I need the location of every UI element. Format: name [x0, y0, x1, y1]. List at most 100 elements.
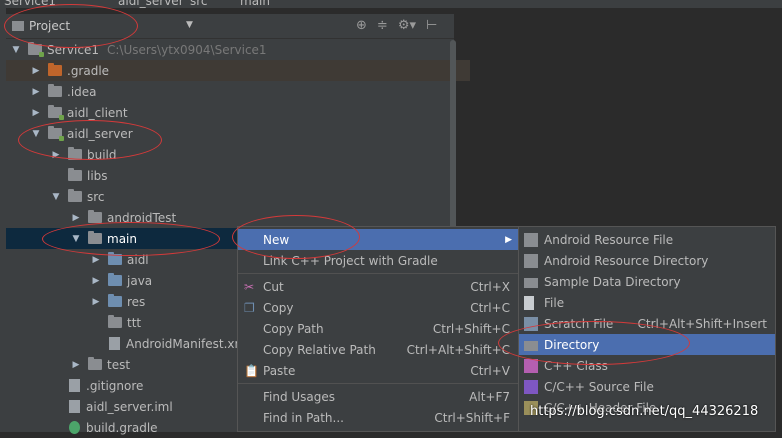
breadcrumb-item[interactable]: Service1 — [4, 0, 56, 8]
cpp-class-icon — [524, 358, 538, 373]
submenu-item-file[interactable]: File — [519, 292, 775, 313]
project-view-selector[interactable]: Project ▼ — [12, 17, 193, 35]
chevron-right-icon[interactable]: ▶ — [70, 213, 82, 223]
tree-item[interactable]: libs — [6, 165, 490, 186]
submenu-item-shortcut: Ctrl+Alt+Shift+Insert — [637, 316, 767, 331]
tree-item-label: aidl_client — [67, 105, 128, 120]
chevron-down-icon[interactable]: ▼ — [10, 45, 22, 55]
submenu-item-label: File — [544, 295, 565, 310]
breadcrumb-item[interactable]: aidl_server — [118, 0, 184, 8]
new-submenu: Android Resource File Android Resource Di… — [518, 226, 776, 432]
folder-icon — [68, 147, 82, 160]
menu-item-copy[interactable]: ❐ Copy Ctrl+C — [238, 297, 518, 318]
submenu-item-directory[interactable]: Directory — [519, 334, 775, 355]
folder-icon — [48, 63, 62, 76]
submenu-item-sample-data-directory[interactable]: Sample Data Directory — [519, 271, 775, 292]
menu-item-cut[interactable]: ✂ Cut Ctrl+X — [238, 276, 518, 297]
chevron-right-icon[interactable]: ▶ — [30, 66, 42, 76]
tree-item[interactable]: ▶ androidTest — [6, 207, 510, 228]
chevron-right-icon[interactable]: ▶ — [90, 297, 102, 307]
chevron-down-icon[interactable]: ▼ — [30, 129, 42, 139]
tree-item[interactable]: ▼ Service1 C:\Users\ytx0904\Service1 — [6, 39, 450, 60]
panel-toolbar: ⊕ ≑ ⚙▾ ⊢ — [356, 18, 437, 33]
chevron-down-icon[interactable]: ▼ — [70, 234, 82, 244]
menu-item-find-in-path[interactable]: Find in Path... Ctrl+Shift+F — [238, 407, 518, 428]
folder-icon — [108, 252, 122, 265]
submenu-item-label: C++ Class — [544, 358, 608, 373]
tree-item[interactable]: ▶ .gradle — [6, 60, 470, 81]
file-icon — [69, 400, 80, 413]
gear-icon[interactable]: ⚙▾ — [398, 18, 416, 33]
menu-item-link-c-project-with-gradle[interactable]: Link C++ Project with Gradle — [238, 250, 518, 271]
chevron-down-icon[interactable]: ▼ — [50, 192, 62, 202]
context-menu: New ▶ Link C++ Project with Gradle ✂ Cut Ctrl… — [237, 226, 519, 432]
breadcrumb: Service1 aidl_server src main — [0, 0, 782, 8]
breadcrumb-item[interactable]: src — [190, 0, 208, 8]
project-panel-header: Project ▼ ⊕ ≑ ⚙▾ ⊢ — [6, 14, 454, 39]
tree-item-label: res — [127, 294, 146, 309]
folder-icon — [108, 294, 122, 307]
submenu-item-c-class[interactable]: C++ Class — [519, 355, 775, 376]
menu-item-label: Copy Relative Path — [263, 342, 376, 357]
target-icon[interactable]: ⊕ — [356, 18, 367, 33]
menu-item-label: Cut — [263, 279, 284, 294]
tree-scrollbar[interactable] — [450, 40, 456, 240]
project-view-label: Project — [29, 19, 71, 33]
menu-item-label: Copy — [263, 300, 294, 315]
cpp-source-icon — [524, 379, 538, 394]
folder-icon — [524, 277, 538, 288]
tree-item[interactable]: ▼ aidl_server — [6, 123, 470, 144]
menu-item-label: Link C++ Project with Gradle — [263, 253, 438, 268]
collapse-icon[interactable]: ≑ — [377, 18, 388, 33]
android-resource-file-icon — [524, 232, 538, 247]
chevron-right-icon[interactable]: ▶ — [90, 276, 102, 286]
submenu-item-android-resource-directory[interactable]: Android Resource Directory — [519, 250, 775, 271]
menu-item-new[interactable]: New ▶ — [238, 229, 518, 250]
watermark: https://blog.csdn.net/qq_44326218 — [530, 404, 759, 419]
menu-item-label: Paste — [263, 363, 296, 378]
folder-icon — [88, 357, 102, 370]
chevron-right-icon[interactable]: ▶ — [90, 255, 102, 265]
tree-item-label: aidl_server — [67, 126, 133, 141]
menu-item-shortcut: Ctrl+C — [470, 300, 510, 315]
menu-item-shortcut: Ctrl+Alt+Shift+C — [406, 342, 510, 357]
folder-icon — [48, 84, 62, 97]
paste-icon: 📋 — [244, 363, 259, 378]
module-folder-icon — [48, 126, 64, 141]
folder-icon — [68, 168, 82, 181]
tree-item[interactable]: ▶ build — [6, 144, 490, 165]
chevron-right-icon[interactable]: ▶ — [30, 87, 42, 97]
chevron-right-icon[interactable]: ▶ — [70, 360, 82, 370]
submenu-item-label: Android Resource Directory — [544, 253, 709, 268]
submenu-item-label: C/C++ Source File — [544, 379, 654, 394]
menu-item-label: New — [263, 232, 290, 247]
tree-item-label: aidl — [127, 252, 149, 267]
submenu-item-scratch-file[interactable]: Scratch File Ctrl+Alt+Shift+Insert — [519, 313, 775, 334]
submenu-item-label: Scratch File — [544, 316, 614, 331]
file-icon — [524, 295, 534, 310]
breadcrumb-item[interactable]: main — [240, 0, 270, 8]
menu-item-copy-path[interactable]: Copy Path Ctrl+Shift+C — [238, 318, 518, 339]
tree-item-label: src — [87, 189, 105, 204]
tree-item-label: .idea — [67, 84, 97, 99]
menu-item-shortcut: Ctrl+X — [470, 279, 510, 294]
tree-item[interactable]: ▶ aidl_client — [6, 102, 470, 123]
tree-item[interactable]: ▶ .idea — [6, 81, 470, 102]
menu-item-find-usages[interactable]: Find Usages Alt+F7 — [238, 386, 518, 407]
submenu-item-label: Directory — [544, 337, 600, 352]
chevron-right-icon[interactable]: ▶ — [30, 108, 42, 118]
folder-icon — [108, 273, 122, 286]
chevron-right-icon[interactable]: ▶ — [50, 150, 62, 160]
hide-icon[interactable]: ⊢ — [426, 18, 437, 33]
module-folder-icon — [48, 105, 64, 120]
copy-icon: ❐ — [244, 300, 255, 315]
editor-edge — [776, 226, 782, 432]
submenu-item-android-resource-file[interactable]: Android Resource File — [519, 229, 775, 250]
menu-separator — [238, 273, 518, 274]
tree-item-label: Service1 — [47, 42, 99, 57]
menu-item-paste[interactable]: 📋 Paste Ctrl+V — [238, 360, 518, 381]
submenu-item-c-c-source-file[interactable]: C/C++ Source File — [519, 376, 775, 397]
menu-item-copy-relative-path[interactable]: Copy Relative Path Ctrl+Alt+Shift+C — [238, 339, 518, 360]
submenu-item-label: Sample Data Directory — [544, 274, 681, 289]
tree-item[interactable]: ▼ src — [6, 186, 490, 207]
